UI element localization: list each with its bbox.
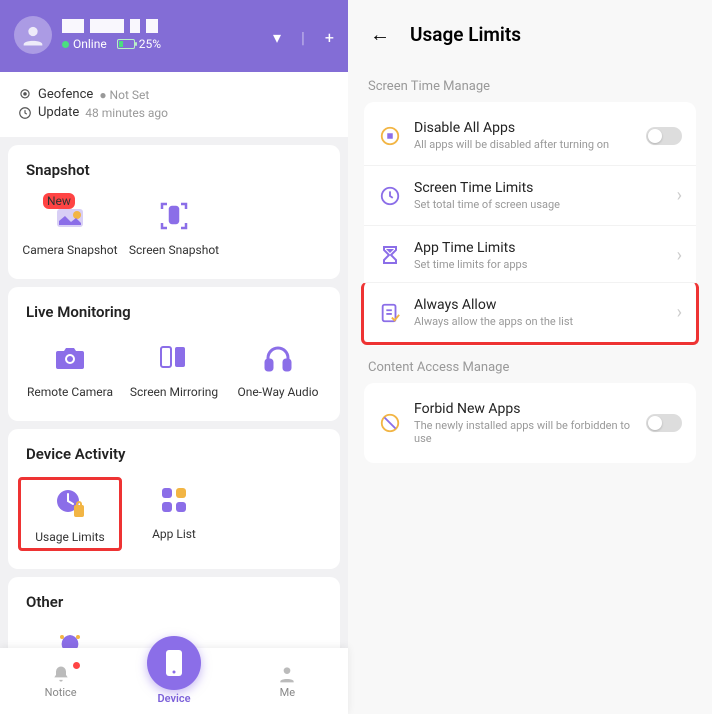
section-title: Other [26, 593, 322, 611]
page-title: Usage Limits [410, 23, 521, 46]
content-access-card: Forbid New AppsThe newly installed apps … [364, 383, 696, 463]
chevron-right-icon: › [677, 245, 682, 266]
nav-me[interactable]: Me [252, 664, 322, 699]
headphones-icon [259, 339, 297, 377]
one-way-audio-tile[interactable]: One-Way Audio [226, 335, 330, 403]
online-status: Online [62, 37, 107, 51]
person-icon [277, 664, 297, 684]
forbid-new-apps-row[interactable]: Forbid New AppsThe newly installed apps … [364, 387, 696, 459]
device-panel: Online 25% ▾ | + Geofence ● Not Set [0, 0, 348, 714]
disable-icon [378, 124, 402, 148]
hourglass-icon [378, 244, 402, 268]
remote-camera-tile[interactable]: Remote Camera [18, 335, 122, 403]
profile-header: Online 25% ▾ | + [0, 0, 348, 72]
screen-snapshot-icon [155, 197, 193, 235]
app-time-limits-row[interactable]: App Time LimitsSet time limits for apps … [364, 225, 696, 285]
nav-device[interactable]: Device [147, 658, 201, 705]
chevron-right-icon: › [677, 185, 682, 206]
section-label: Content Access Manage [368, 360, 692, 375]
geofence-icon [18, 88, 32, 102]
clock-icon [18, 106, 32, 120]
chevron-right-icon: › [677, 302, 682, 323]
snapshot-card: Snapshot New Camera Snapshot Screen Snap… [8, 145, 340, 279]
checklist-icon [378, 301, 402, 325]
clock-icon [378, 184, 402, 208]
camera-icon [51, 339, 89, 377]
live-monitoring-card: Live Monitoring Remote Camera Screen Mir… [8, 287, 340, 421]
usage-limits-tile[interactable]: Usage Limits [18, 477, 122, 551]
avatar[interactable] [14, 16, 52, 54]
add-icon[interactable]: + [325, 28, 334, 47]
scroll-area[interactable]: Geofence ● Not Set Update 48 minutes ago… [0, 72, 348, 714]
usage-limits-icon [51, 484, 89, 522]
back-icon[interactable]: ← [370, 22, 390, 47]
battery-indicator: 25% [117, 37, 161, 51]
device-activity-card: Device Activity Usage Limits App List [8, 429, 340, 569]
screen-time-limits-row[interactable]: Screen Time LimitsSet total time of scre… [364, 165, 696, 225]
disable-all-apps-row[interactable]: Disable All AppsAll apps will be disable… [364, 106, 696, 165]
screen-snapshot-tile[interactable]: Screen Snapshot [122, 193, 226, 261]
toggle[interactable] [646, 127, 682, 145]
phone-icon [163, 648, 185, 678]
usage-limits-panel: ← Usage Limits Screen Time Manage Disabl… [348, 0, 712, 714]
section-title: Live Monitoring [26, 303, 322, 321]
screen-mirroring-tile[interactable]: Screen Mirroring [122, 335, 226, 403]
screen-time-manage-card: Disable All AppsAll apps will be disable… [364, 102, 696, 346]
app-list-icon [155, 481, 193, 519]
camera-snapshot-tile[interactable]: New Camera Snapshot [18, 193, 122, 261]
section-title: Snapshot [26, 161, 322, 179]
section-title: Device Activity [26, 445, 322, 463]
bell-icon [51, 664, 71, 684]
app-list-tile[interactable]: App List [122, 477, 226, 551]
nav-notice[interactable]: Notice [26, 664, 96, 699]
bottom-nav: Notice Device Me [0, 648, 348, 714]
device-info: Geofence ● Not Set Update 48 minutes ago [0, 72, 348, 137]
forbid-icon [378, 411, 402, 435]
chevron-down-icon[interactable]: ▾ [273, 28, 281, 47]
mirroring-icon [155, 339, 193, 377]
section-label: Screen Time Manage [368, 79, 692, 94]
always-allow-row[interactable]: Always AllowAlways allow the apps on the… [361, 282, 699, 345]
camera-snapshot-icon: New [51, 197, 89, 235]
device-name-redacted [62, 19, 161, 33]
toggle[interactable] [646, 414, 682, 432]
